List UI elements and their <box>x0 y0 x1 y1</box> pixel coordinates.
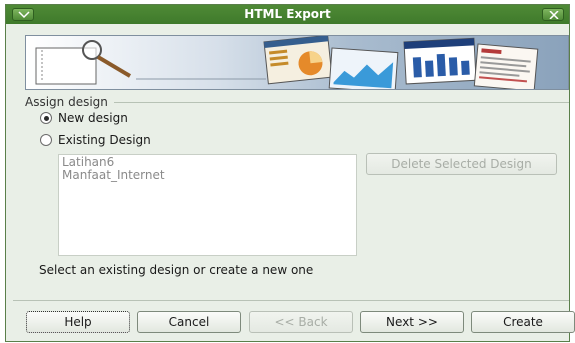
existing-designs-list[interactable]: Latihan6 Manfaat_Internet <box>58 154 357 256</box>
existing-design-option[interactable]: Existing Design <box>40 133 151 147</box>
new-design-option[interactable]: New design <box>40 111 128 125</box>
window-title: HTML Export <box>244 7 331 21</box>
create-button[interactable]: Create <box>471 311 575 333</box>
section-divider <box>114 102 569 103</box>
window-close-icon[interactable] <box>542 8 564 21</box>
help-button[interactable]: Help <box>26 311 130 333</box>
delete-selected-design-button[interactable]: Delete Selected Design <box>366 153 557 175</box>
cancel-button[interactable]: Cancel <box>137 311 241 333</box>
assign-design-heading: Assign design <box>25 95 108 109</box>
hint-text: Select an existing design or create a ne… <box>39 263 314 277</box>
next-button[interactable]: Next >> <box>360 311 464 333</box>
html-export-dialog: HTML Export Assign design New design Exi… <box>5 4 575 342</box>
header-banner-image <box>25 35 569 90</box>
title-bar: HTML Export <box>6 5 569 24</box>
new-design-label: New design <box>58 111 128 125</box>
new-design-radio[interactable] <box>40 112 52 124</box>
back-button[interactable]: << Back <box>249 311 353 333</box>
list-item[interactable]: Manfaat_Internet <box>62 169 353 182</box>
existing-design-radio[interactable] <box>40 134 52 146</box>
existing-design-label: Existing Design <box>58 133 151 147</box>
button-row-divider <box>13 300 569 301</box>
